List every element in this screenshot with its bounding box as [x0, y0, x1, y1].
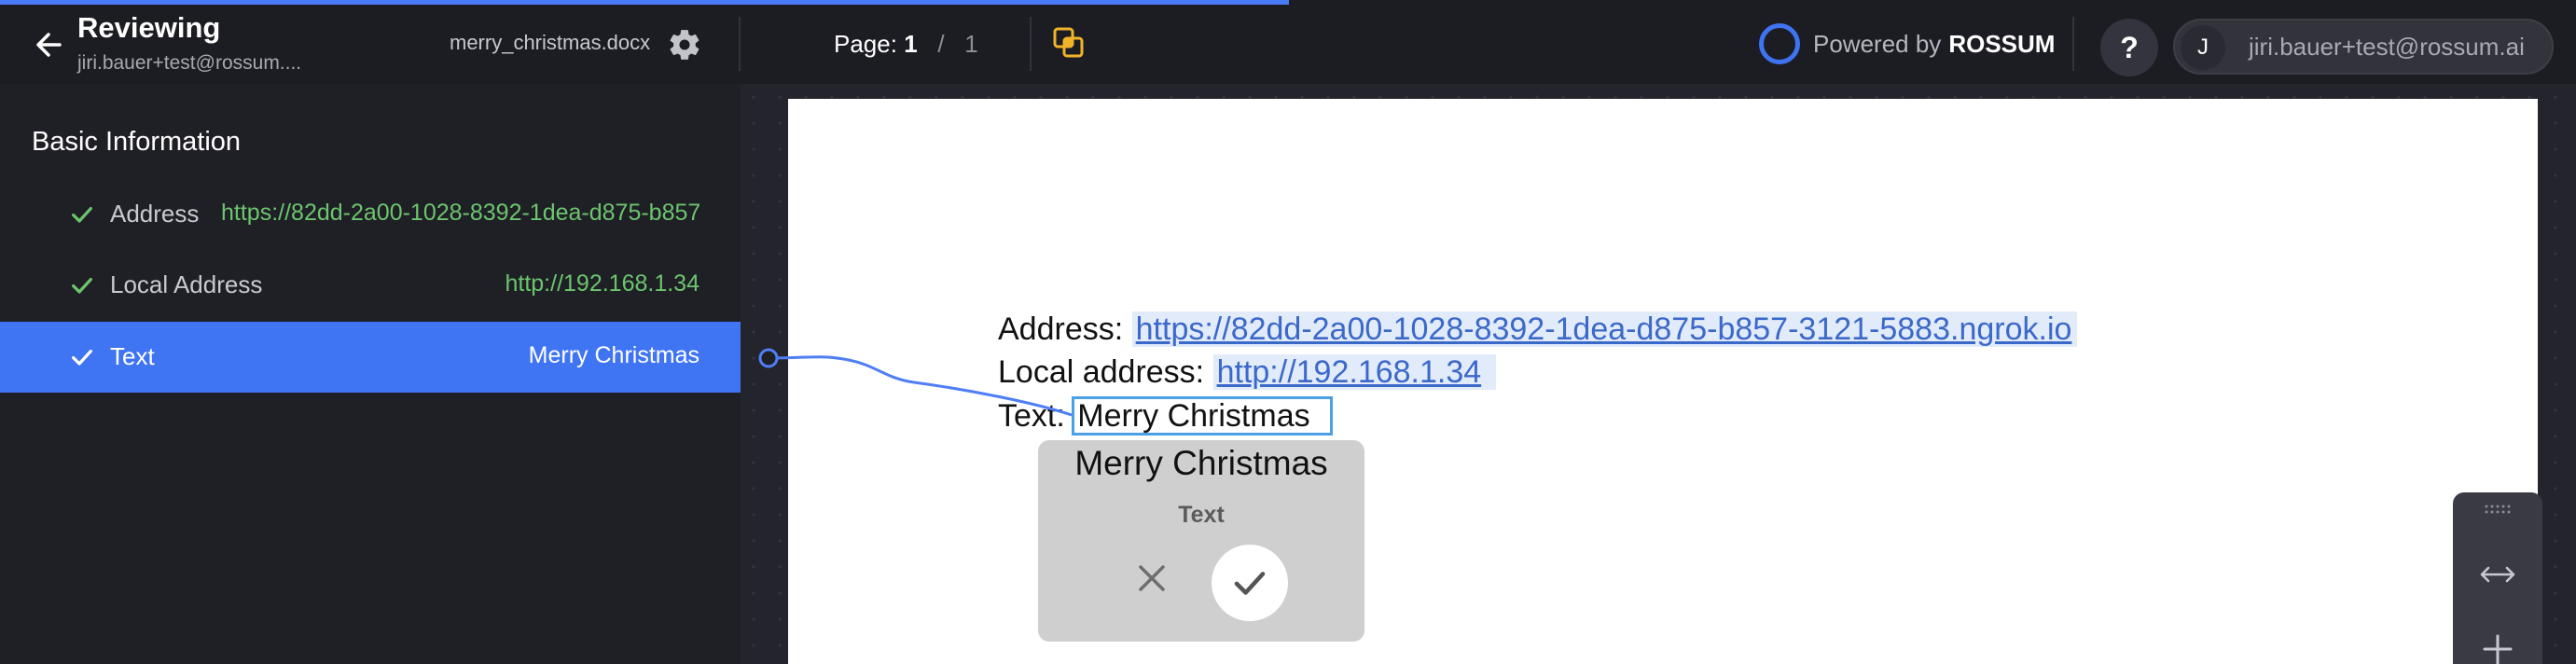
popup-label: Text — [1178, 502, 1225, 528]
reject-button[interactable] — [1131, 558, 1172, 599]
accept-button[interactable] — [1212, 545, 1288, 621]
close-icon — [1139, 565, 1165, 591]
plus-icon[interactable] — [2479, 630, 2516, 664]
popup-value: Merry Christmas — [1074, 444, 1328, 482]
field-validation-popup: Merry Christmas Text — [1038, 440, 1364, 642]
zoom-controls — [2453, 492, 2542, 664]
fit-width-icon[interactable] — [2479, 563, 2516, 586]
drag-handle-icon[interactable] — [2483, 504, 2513, 515]
app-root: Reviewing jiri.bauer+test@rossum.... mer… — [0, 0, 2576, 664]
check-icon — [1234, 572, 1266, 595]
